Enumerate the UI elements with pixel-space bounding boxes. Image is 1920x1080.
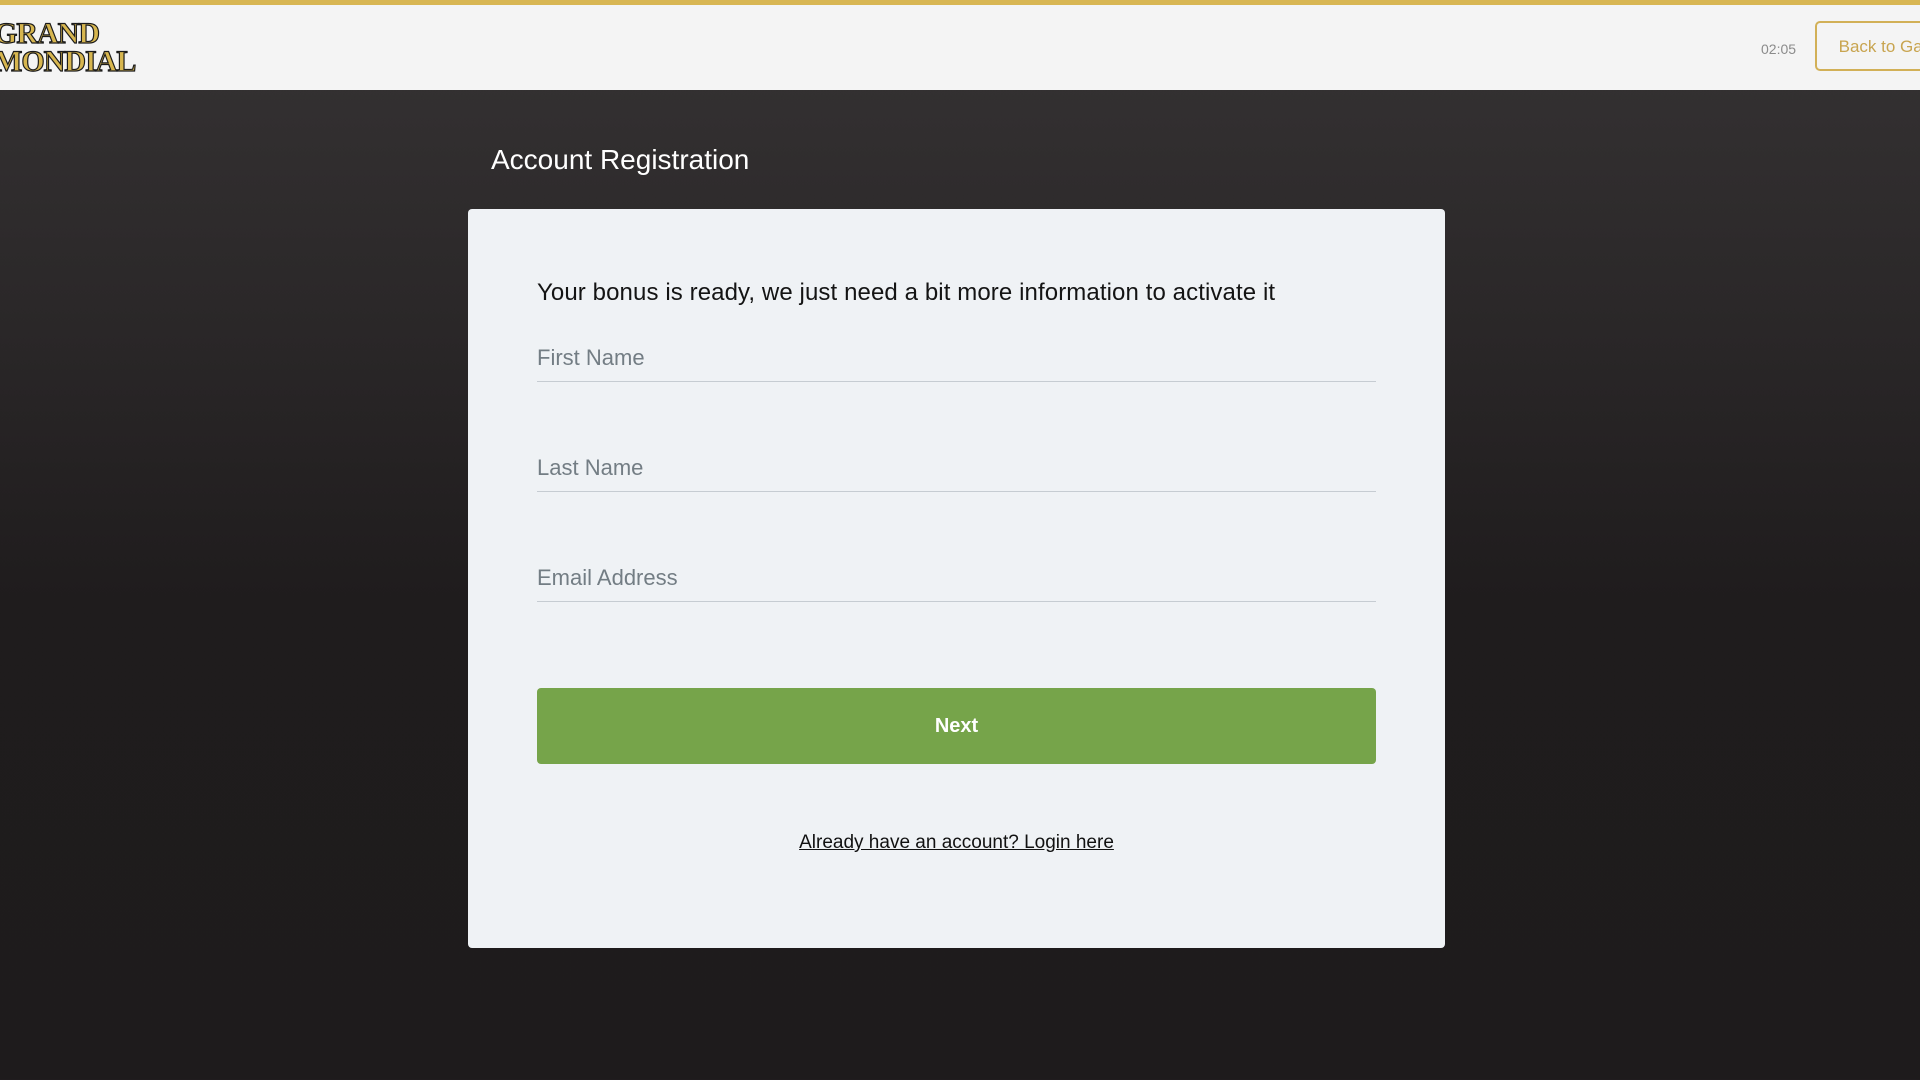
top-header: GRAND MONDIAL 02:05 Back to Game [0, 0, 1920, 90]
login-link-container: Already have an account? Login here [468, 832, 1445, 854]
session-timer: 02:05 [1761, 41, 1797, 57]
logo-line-1: GRAND [0, 17, 101, 50]
next-button[interactable]: Next [537, 688, 1376, 764]
last-name-field [537, 431, 1376, 492]
email-input[interactable] [537, 565, 1376, 591]
login-link[interactable]: Already have an account? Login here [799, 832, 1114, 853]
page-title: Account Registration [491, 144, 750, 175]
logo-line-2: MONDIAL [0, 45, 137, 78]
registration-card: Your bonus is ready, we just need a bit … [468, 209, 1445, 948]
grand-mondial-logo[interactable]: GRAND MONDIAL [0, 17, 137, 78]
first-name-input[interactable] [537, 345, 1376, 371]
last-name-input[interactable] [537, 455, 1376, 481]
email-field [537, 541, 1376, 602]
first-name-field [537, 321, 1376, 382]
back-to-game-button[interactable]: Back to Game [1815, 21, 1920, 71]
bonus-headline: Your bonus is ready, we just need a bit … [537, 279, 1276, 306]
